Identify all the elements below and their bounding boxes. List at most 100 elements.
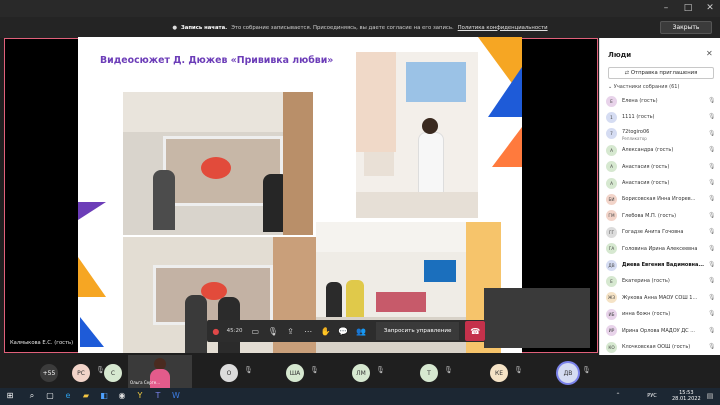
privacy-link[interactable]: Политика конфиденциальности bbox=[458, 25, 548, 31]
participant-name: Глебова М.П. (гость) bbox=[622, 212, 677, 219]
mic-muted-icon: 🎙 bbox=[444, 366, 453, 374]
participant-avatar: ГГ bbox=[606, 226, 617, 238]
more-actions-icon[interactable]: ⋯ bbox=[299, 322, 317, 340]
gallery-avatar[interactable]: ДВ bbox=[558, 363, 578, 383]
windows-taskbar: ⊞ ⌕ ▢ e ▰ ◧ ◉ Y T W ⌃ ◐ ▥ РУС 15:53 28.0… bbox=[0, 388, 720, 405]
teams-window: – □ ✕ ● Запись начата. Это собрание запи… bbox=[0, 0, 720, 405]
participant-row[interactable]: ИБ инна божн (гость) 🎙 bbox=[606, 306, 719, 322]
participant-name: Гогадзе Анита Гочовна bbox=[622, 229, 684, 236]
mic-muted-icon: 🎙 bbox=[376, 366, 385, 374]
recording-indicator-icon: ● bbox=[212, 326, 220, 336]
decor-shape bbox=[492, 127, 522, 167]
participant-name: Головина Ирина Алексеевна bbox=[622, 245, 698, 252]
participants-section-header[interactable]: ⌄ Участники собрания (61) bbox=[608, 84, 679, 90]
mic-muted-icon: 🎙 bbox=[514, 366, 523, 374]
mic-muted-icon: 🎙 bbox=[708, 326, 716, 334]
participant-row[interactable]: Е Екатерина (гость) 🎙 bbox=[606, 273, 719, 289]
taskbar-clock[interactable]: 15:53 28.01.2022 bbox=[672, 390, 701, 402]
participant-avatar: ИР bbox=[606, 325, 617, 337]
camera-off-icon[interactable]: ▭ bbox=[246, 322, 264, 340]
panel-close-icon[interactable]: ✕ bbox=[706, 49, 713, 58]
yandex-icon[interactable]: Y bbox=[134, 390, 146, 402]
participant-avatar: 1 bbox=[606, 111, 617, 123]
tray-icons[interactable]: ⌃ ◐ ▥ bbox=[612, 390, 624, 405]
mic-muted-icon: 🎙 bbox=[708, 211, 716, 219]
participants-panel: Люди ✕ ⇄ Отправка приглашения ⌄ Участник… bbox=[599, 38, 720, 355]
participant-video-tile[interactable]: Ольга Серге... bbox=[128, 355, 192, 388]
presenter-video-tile[interactable] bbox=[484, 288, 590, 348]
participant-row[interactable]: А Анастасия (гость) 🎙 bbox=[606, 175, 719, 191]
participants-icon[interactable]: 👥 bbox=[352, 322, 370, 340]
raise-hand-icon[interactable]: ✋ bbox=[317, 322, 335, 340]
participant-name: Клочковская ООШ (гость) bbox=[622, 344, 691, 350]
panel-title: Люди bbox=[608, 51, 632, 59]
participant-row[interactable]: 1 1111 (гость) 🎙 bbox=[606, 109, 719, 125]
task-view-icon[interactable]: ▢ bbox=[44, 390, 56, 402]
participant-row[interactable]: ДВ Диева Евгения Вадимовна... 🎙 bbox=[606, 257, 719, 273]
explorer-icon[interactable]: ▰ bbox=[80, 390, 92, 402]
mic-muted-icon: 🎙 bbox=[708, 343, 716, 350]
word-icon[interactable]: W bbox=[170, 390, 182, 402]
participant-avatar: Е bbox=[606, 275, 617, 287]
request-control-button[interactable]: Запросить управление bbox=[375, 322, 460, 340]
gallery-avatar[interactable]: О bbox=[220, 364, 238, 382]
video-gallery: +55РС🎙С🎙О🎙ША🎙ЛМ🎙Т🎙КЕ🎙ДВ🎙 Ольга Серге... bbox=[0, 355, 720, 388]
decor-shape bbox=[78, 257, 106, 297]
share-screen-icon[interactable]: ⇪ bbox=[282, 322, 300, 340]
decor-shape bbox=[488, 67, 522, 117]
mic-muted-icon: 🎙 bbox=[708, 228, 716, 236]
maximize-icon[interactable]: □ bbox=[682, 3, 694, 14]
mic-muted-icon: 🎙 bbox=[708, 310, 716, 318]
meeting-controls: ● 45:20 ▭ 🎙 ⇪ ⋯ ✋ 💬 👥 Запросить управлен… bbox=[207, 320, 485, 342]
participant-row[interactable]: ЖЗ Жукова Анна МАОУ СОШ 1... 🎙 bbox=[606, 290, 719, 306]
participant-name: Анастасия (гость) bbox=[622, 180, 670, 186]
chat-icon[interactable]: 💬 bbox=[335, 322, 353, 340]
store-icon[interactable]: ◧ bbox=[98, 390, 110, 402]
decor-shape bbox=[78, 202, 106, 220]
participant-row[interactable]: ГМ Глебова М.П. (гость) 🎙 bbox=[606, 208, 719, 224]
gallery-avatar[interactable]: +55 bbox=[40, 364, 58, 382]
participant-name: Ирина Орлова МАДОУ ДС ... bbox=[622, 327, 696, 334]
chrome-icon[interactable]: ◉ bbox=[116, 390, 128, 402]
participant-avatar: ГА bbox=[606, 243, 617, 255]
participant-avatar: КО bbox=[606, 341, 617, 353]
decor-shape bbox=[80, 317, 104, 347]
hang-up-button[interactable]: ☎ bbox=[465, 321, 485, 341]
slide-title: Видеосюжет Д. Дюжев «Прививка любви» bbox=[100, 55, 334, 66]
participant-row[interactable]: Е Елена (гость) 🎙 bbox=[606, 93, 719, 109]
participant-row[interactable]: ГА Головина Ирина Алексеевна 🎙 bbox=[606, 241, 719, 257]
video-tile-name: Ольга Серге... bbox=[130, 380, 161, 385]
participant-row[interactable]: БИ Борисовская Инна Игорев... 🎙 bbox=[606, 191, 719, 207]
mic-muted-icon: 🎙 bbox=[708, 179, 716, 186]
participant-row[interactable]: 7 72togiro06 Репликатор 🎙 bbox=[606, 126, 719, 142]
section-header-label: Участники собрания (61) bbox=[613, 84, 680, 90]
participant-avatar: ЖЗ bbox=[606, 292, 617, 304]
minimize-icon[interactable]: – bbox=[660, 3, 672, 14]
participant-row[interactable]: А Анастасия (гость) 🎙 bbox=[606, 159, 719, 175]
gallery-avatar[interactable]: С bbox=[104, 364, 122, 382]
participant-row[interactable]: КО Клочковская ООШ (гость) 🎙 bbox=[606, 339, 719, 355]
teams-icon[interactable]: T bbox=[152, 390, 164, 402]
search-icon[interactable]: ⌕ bbox=[26, 390, 38, 402]
language-indicator[interactable]: РУС bbox=[642, 390, 662, 402]
mic-muted-icon: 🎙 bbox=[708, 244, 716, 252]
gallery-avatar[interactable]: ША bbox=[286, 364, 304, 382]
mic-off-icon[interactable]: 🎙 bbox=[264, 322, 282, 340]
gallery-avatar[interactable]: РС bbox=[72, 364, 90, 382]
windows-start-icon[interactable]: ⊞ bbox=[4, 390, 16, 402]
participant-row[interactable]: ИР Ирина Орлова МАДОУ ДС ... 🎙 bbox=[606, 323, 719, 339]
participant-row[interactable]: ГГ Гогадзе Анита Гочовна 🎙 bbox=[606, 224, 719, 240]
participant-row[interactable]: А Александра (гость) 🎙 bbox=[606, 142, 719, 158]
notifications-icon[interactable]: ▤ bbox=[704, 390, 716, 402]
mic-muted-icon: 🎙 bbox=[708, 195, 716, 203]
gallery-avatar[interactable]: КЕ bbox=[490, 364, 508, 382]
mic-muted-icon: 🎙 bbox=[708, 97, 716, 104]
gallery-avatar[interactable]: Т bbox=[420, 364, 438, 382]
window-close-icon[interactable]: ✕ bbox=[704, 3, 716, 14]
meeting-timer: 45:20 bbox=[226, 328, 243, 334]
participant-avatar: 7 bbox=[606, 128, 617, 140]
invite-button[interactable]: ⇄ Отправка приглашения bbox=[608, 67, 714, 79]
banner-close-button[interactable]: Закрыть bbox=[660, 21, 712, 34]
edge-icon[interactable]: e bbox=[62, 390, 74, 402]
gallery-avatar[interactable]: ЛМ bbox=[352, 364, 370, 382]
